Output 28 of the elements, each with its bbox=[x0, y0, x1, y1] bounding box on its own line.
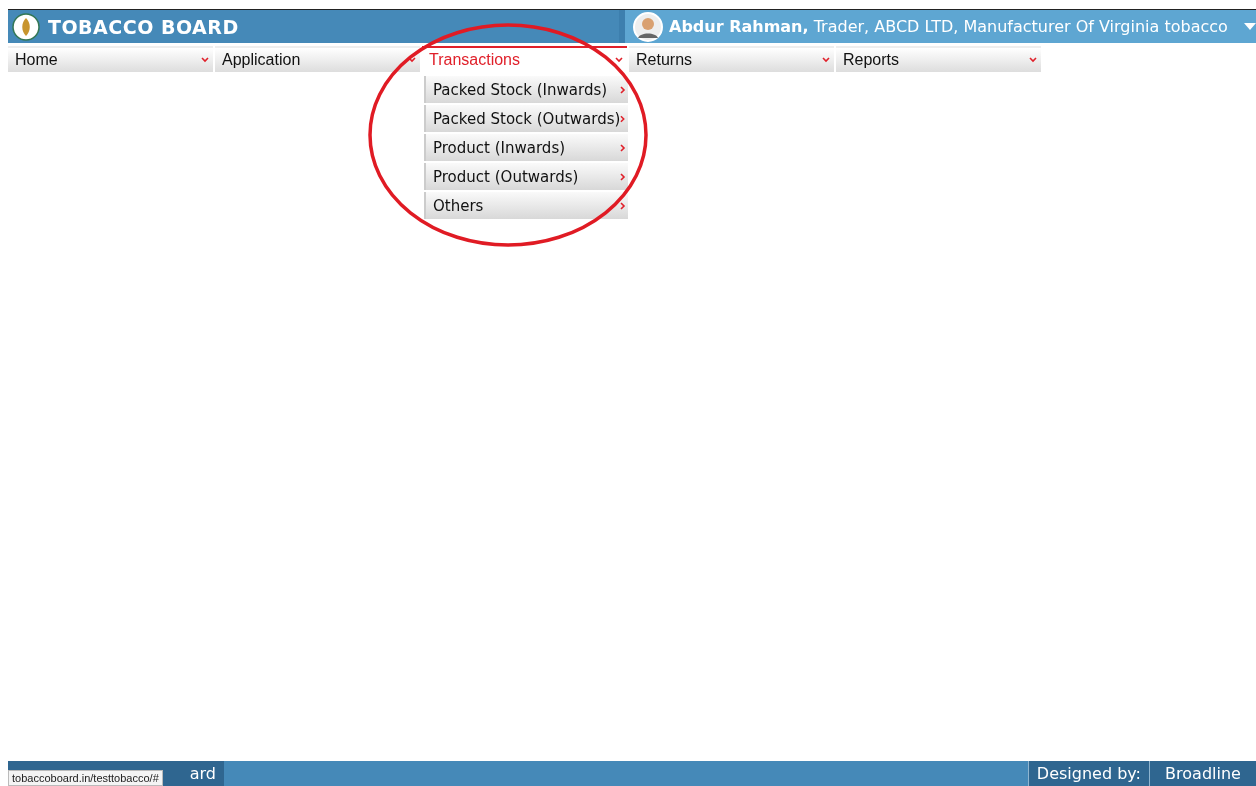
menu-item[interactable]: Reports bbox=[836, 46, 1041, 72]
chevron-icon bbox=[620, 201, 626, 210]
designed-by-label: Designed by: bbox=[1027, 761, 1149, 786]
company-link[interactable]: Broadline bbox=[1149, 761, 1256, 786]
menu-item[interactable]: Returns bbox=[629, 46, 834, 72]
chevron-icon bbox=[201, 57, 209, 63]
submenu-item[interactable]: Packed Stock (Outwards) bbox=[424, 105, 628, 132]
avatar-icon[interactable] bbox=[633, 11, 663, 42]
chevron-icon bbox=[620, 143, 626, 152]
dropdown-caret-icon[interactable] bbox=[1243, 22, 1256, 31]
submenu-item[interactable]: Product (Outwards) bbox=[424, 163, 628, 190]
submenu-item[interactable]: Others bbox=[424, 192, 628, 219]
chevron-icon bbox=[615, 57, 623, 63]
menu-item[interactable]: Application bbox=[215, 46, 420, 72]
leaf-logo-icon bbox=[12, 12, 40, 41]
user-info: Abdur Rahman, Trader, ABCD LTD, Manufacturer Of Virginia tobacco bbox=[669, 17, 1228, 36]
submenu-item[interactable]: Product (Inwards) bbox=[424, 134, 628, 161]
chevron-icon bbox=[1029, 57, 1037, 63]
chevron-icon bbox=[408, 57, 416, 63]
chevron-icon bbox=[620, 114, 626, 123]
submenu-item[interactable]: Packed Stock (Inwards) bbox=[424, 76, 628, 103]
status-url: tobaccoboard.in/testtobacco/# bbox=[8, 770, 163, 786]
chevron-icon bbox=[620, 85, 626, 94]
app-title: TOBACCO BOARD bbox=[48, 15, 239, 38]
footer-text: ard bbox=[189, 764, 216, 783]
menu-item[interactable]: Home bbox=[8, 46, 213, 72]
chevron-icon bbox=[822, 57, 830, 63]
chevron-icon bbox=[620, 172, 626, 181]
